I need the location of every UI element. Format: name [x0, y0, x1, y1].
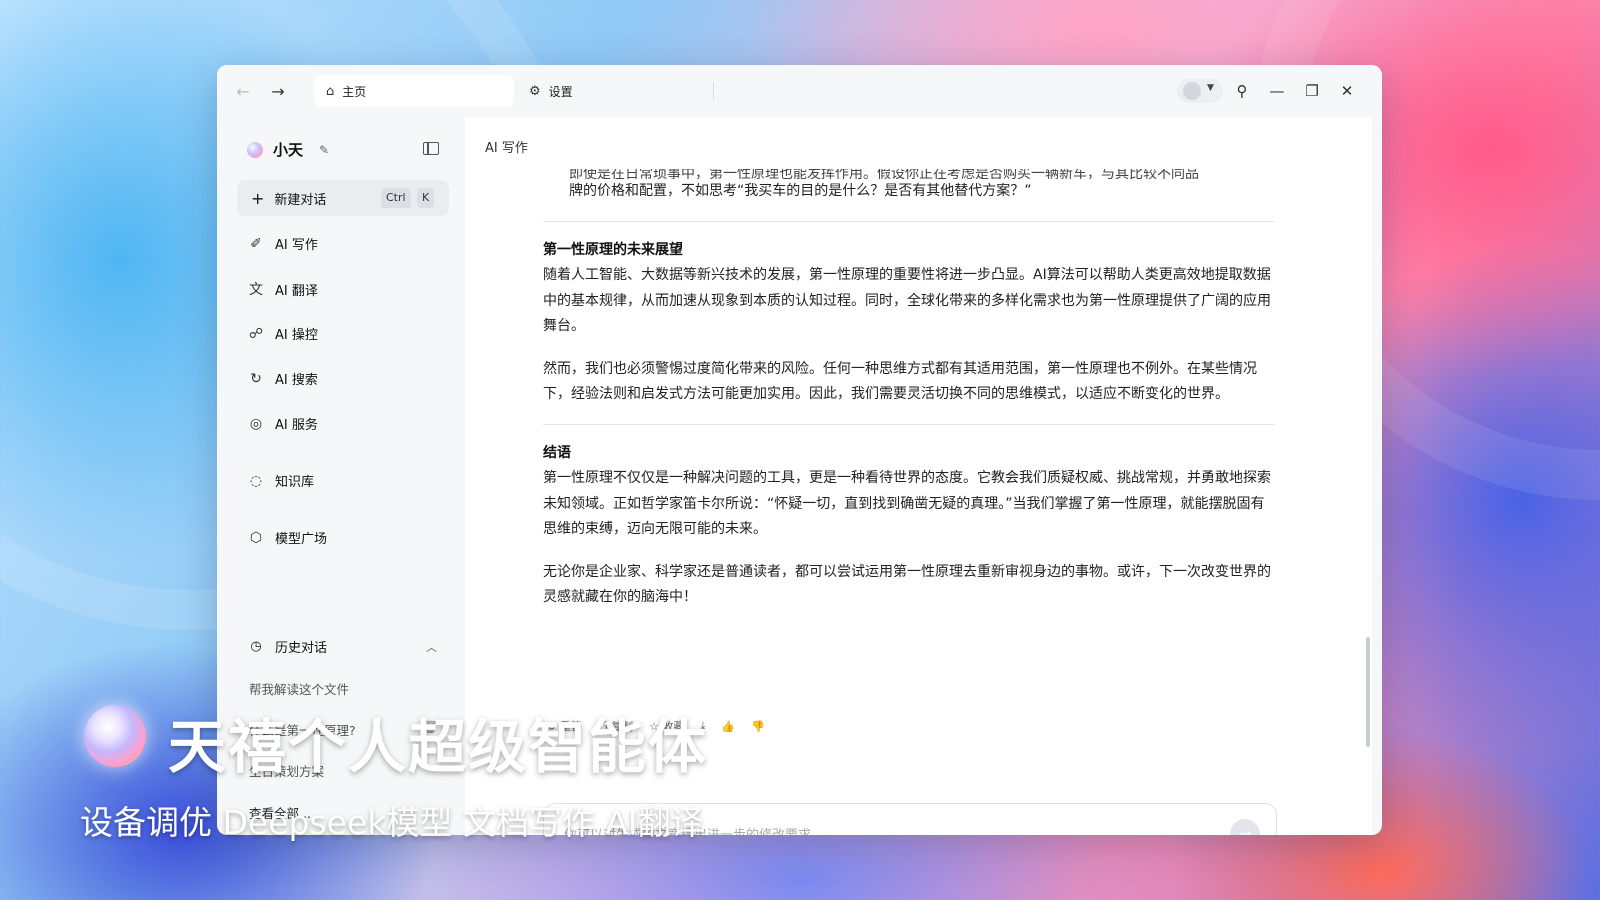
tab-label: 设置 [548, 84, 573, 99]
translate-icon: 文 [249, 282, 263, 298]
scrollbar[interactable] [1366, 637, 1370, 747]
brand: 小天 ✎ [247, 139, 329, 160]
cube-icon: ⬡ [249, 529, 263, 546]
article-paragraph: 随着人工智能、大数据等新兴技术的发展，第一性原理的重要性将进一步凸显。AI算法可… [543, 267, 1271, 334]
article-text: 即使是在日常琐事中，第一性原理也能发挥作用。假设你正在考虑是否购买一辆新车，与其… [569, 169, 1301, 179]
title-bar: ← → ⌂ 主页 ⚙ 设置 ▼ ⚲ — ❐ ✕ [217, 65, 1382, 117]
pin-icon[interactable]: ⚲ [1232, 81, 1252, 101]
close-icon[interactable]: ✕ [1337, 81, 1357, 101]
article-paragraph: 然而，我们也必须警惕过度简化带来的风险。任何一种思维方式都有其适用范围，第一性原… [543, 360, 1257, 403]
sidebar-item-label: AI 服务 [275, 418, 318, 433]
section-heading: 结语 [543, 444, 571, 461]
service-icon: ◎ [249, 415, 263, 432]
sidebar-item-model-plaza[interactable]: ⬡ 模型广场 [247, 528, 328, 548]
sidebar-item-label: AI 操控 [275, 328, 318, 343]
account-menu[interactable]: ▼ [1177, 79, 1223, 103]
history-item[interactable]: 帮我解读这个文件 [249, 679, 349, 698]
clipped-text: 即使是在日常琐事中，第一性原理也能发挥作用。假设你正在考虑是否购买一辆新车，与其… [569, 169, 1199, 179]
thumbs-up-icon[interactable]: 👍 [721, 718, 735, 734]
gear-icon: ⚙ [529, 83, 541, 99]
history-section-header[interactable]: ◷ 历史对话 ︿ [247, 637, 437, 656]
forward-arrow-icon[interactable]: → [267, 81, 289, 103]
plus-icon: + [251, 188, 265, 208]
assistant-logo [247, 141, 263, 158]
assistant-name: 小天 [273, 141, 304, 159]
tab-label: 主页 [342, 84, 367, 99]
article-paragraph: 牌的价格和配置，不如思考“我买车的目的是什么？是否有其他替代方案？” [569, 183, 1032, 199]
edit-icon[interactable]: ✎ [319, 143, 329, 157]
maximize-icon[interactable]: ❐ [1302, 81, 1322, 101]
sidebar-item-knowledge[interactable]: ◌ 知识库 [247, 471, 315, 491]
history-title: 历史对话 [275, 641, 328, 656]
tab-home[interactable]: ⌂ 主页 [314, 75, 514, 107]
shortcut-key: K [417, 188, 435, 208]
article-paragraph: 无论你是企业家、科学家还是普通读者，都可以尝试运用第一性原理去重新审视身边的事物… [543, 563, 1271, 606]
sidebar-toggle-icon[interactable] [423, 142, 439, 155]
overlay-title: 天禧个人超级智能体 [168, 713, 709, 781]
shortcut-key: Ctrl [381, 188, 411, 208]
send-button[interactable]: → [1230, 819, 1260, 835]
sidebar-item-ai-search[interactable]: ↻ AI 搜索 [247, 369, 318, 389]
sidebar-item-ai-control[interactable]: ☍ AI 操控 [247, 324, 318, 344]
section-heading: 第一性原理的未来展望 [543, 241, 683, 258]
caret-down-icon: ▼ [1207, 83, 1214, 93]
sidebar-item-label: 模型广场 [275, 532, 328, 547]
minimize-icon[interactable]: — [1267, 81, 1287, 101]
pen-icon: ✐ [250, 235, 262, 252]
back-arrow-icon[interactable]: ← [232, 81, 254, 103]
thumbs-down-icon[interactable]: 👎 [751, 718, 765, 734]
divider [543, 423, 1275, 425]
sidebar-item-label: 知识库 [275, 475, 315, 490]
new-chat-label: 新建对话 [274, 192, 327, 208]
chevron-up-icon: ︿ [426, 640, 437, 654]
sidebar-item-ai-translate[interactable]: 文 AI 翻译 [247, 279, 318, 299]
sidebar-item-label: AI 翻译 [275, 283, 318, 299]
tab-settings[interactable]: ⚙ 设置 [517, 75, 697, 107]
new-chat-button[interactable]: + 新建对话 Ctrl K [237, 180, 449, 216]
page-title: AI 写作 [485, 141, 528, 156]
sidebar-item-ai-writing[interactable]: ✐ AI 写作 [247, 234, 318, 254]
overlay-subtitle: 设备调优 Deepseek模型 文档写作 AI翻译 [80, 803, 704, 842]
search-icon: ↻ [250, 370, 262, 387]
home-icon: ⌂ [326, 83, 335, 99]
article-content: 即使是在日常琐事中，第一性原理也能发挥作用。假设你正在考虑是否购买一辆新车，与其… [543, 169, 1275, 611]
knowledge-icon: ◌ [249, 472, 263, 489]
sidebar-item-ai-service[interactable]: ◎ AI 服务 [247, 414, 318, 434]
sidebar-item-label: AI 写作 [275, 238, 318, 253]
tab-divider [713, 82, 714, 100]
article-paragraph: 第一性原理不仅仅是一种解决问题的工具，更是一种看待世界的态度。它教会我们质疑权威… [543, 470, 1271, 537]
control-icon: ☍ [248, 325, 264, 342]
sidebar-item-label: AI 搜索 [275, 373, 318, 388]
product-logo [84, 705, 146, 767]
clock-icon: ◷ [250, 639, 262, 654]
avatar [1183, 82, 1201, 100]
arrow-right-icon: → [1238, 824, 1252, 835]
divider [543, 220, 1275, 222]
